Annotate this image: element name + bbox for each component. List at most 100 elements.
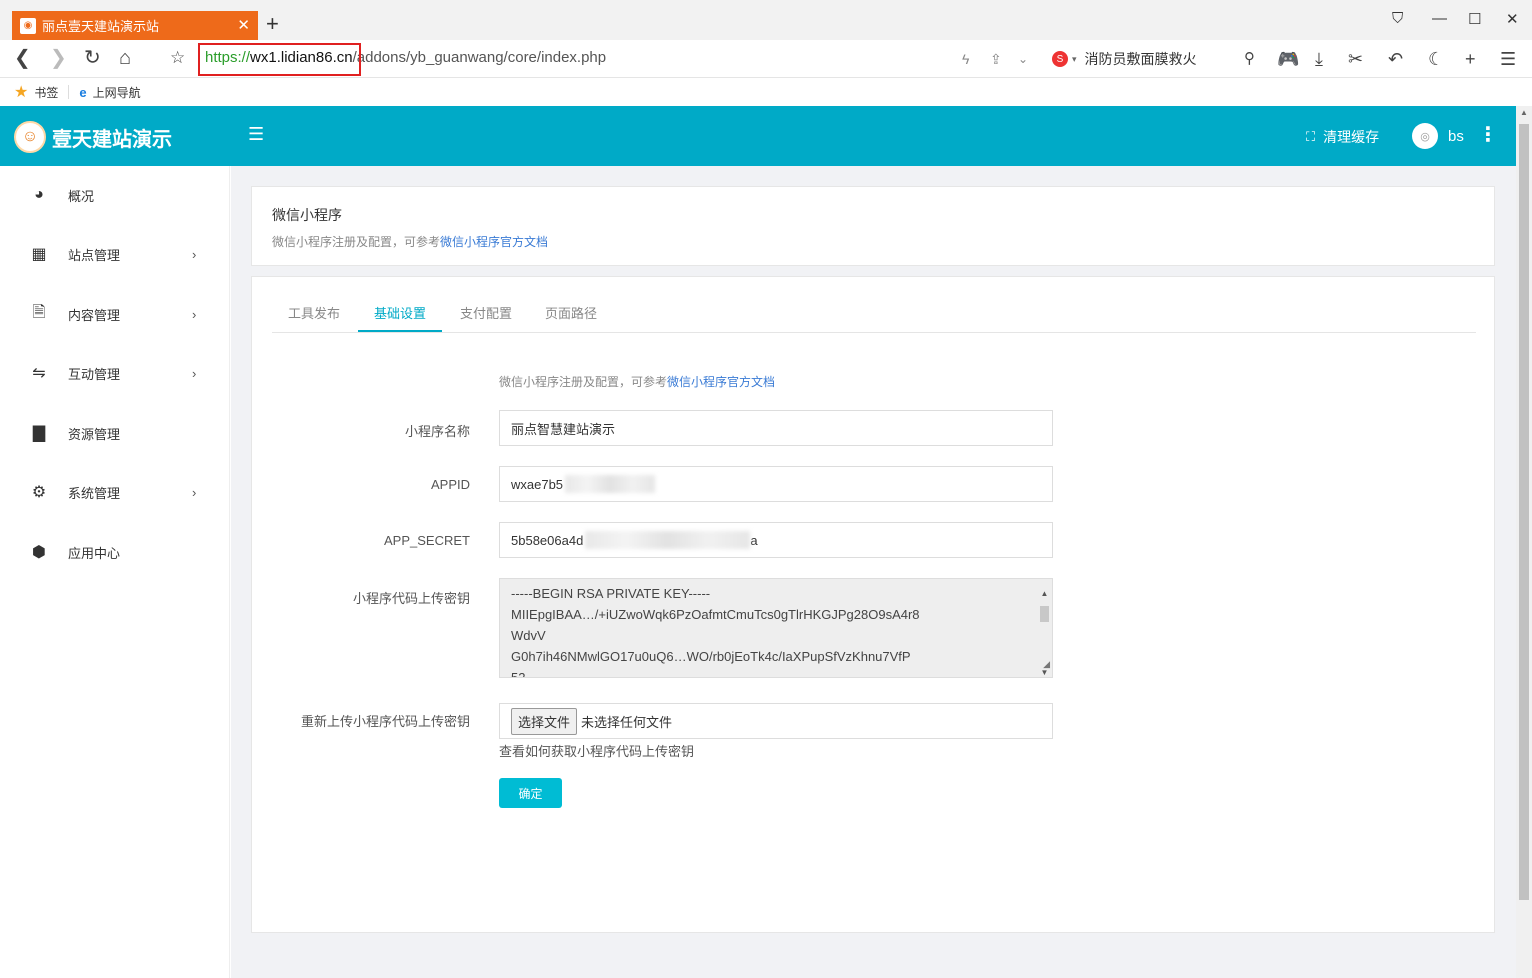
settings-card: 工具发布 基础设置 支付配置 页面路径 微信小程序注册及配置，可参考微信小程序官… [251,276,1495,933]
avatar: ◎ [1412,123,1438,149]
gear-icon: ⚙ [31,484,47,501]
redacted-blur [565,475,656,493]
sidebar-item-label: 资源管理 [68,426,121,442]
game-icon[interactable]: 🎮 [1277,48,1299,70]
app-secret-input[interactable]: 5b58e06a4d a [499,522,1053,558]
ie-icon: e [79,84,87,100]
username: bs [1448,127,1464,145]
active-tab-indicator [358,330,442,332]
minimize-icon[interactable]: — [1432,10,1447,27]
tab-tool-publish[interactable]: 工具发布 [288,303,340,322]
bookmark-divider [68,85,70,99]
search-engine-dropdown-icon[interactable]: ▾ [1072,54,1077,65]
window-close-icon[interactable]: ✕ [1506,10,1519,28]
file-upload-field: 选择文件 未选择任何文件 [499,703,1053,739]
chevron-down-icon[interactable]: ⌄ [1018,48,1028,70]
page-description: 微信小程序注册及配置，可参考微信小程序官方文档 [272,233,548,250]
textarea-scrollbar[interactable]: ▲ ▼ [1039,583,1050,677]
bookmark-folder[interactable]: ★ 书签 [14,82,58,102]
url-highlight-box [198,43,361,76]
tab-page-paths[interactable]: 页面路径 [545,303,597,322]
new-tab-icon[interactable]: + [266,12,279,36]
scroll-thumb[interactable] [1040,606,1049,622]
cube-icon: ⬢ [32,544,46,561]
forward-icon[interactable]: ❯ [50,47,67,69]
tab-basic-settings[interactable]: 基础设置 [374,303,426,322]
lightning-icon[interactable]: ϟ [962,48,969,70]
download-icon[interactable]: ⤓ [1315,48,1323,70]
browser-menu-icon[interactable]: ☰ [1500,48,1516,70]
app-secret-value-end: a [750,532,758,548]
bookmarks-bar: ★ 书签 e 上网导航 [0,78,1532,106]
resize-handle-icon[interactable]: ◢ [1043,654,1050,675]
clear-cache-label: 清理缓存 [1323,129,1380,145]
bookmark-label: 书签 [34,85,59,100]
redacted-blur [585,531,751,549]
sidebar-item-site[interactable]: ▦ 站点管理 › [0,234,230,274]
reupload-label: 重新上传小程序代码上传密钥 [300,714,470,729]
miniprogram-name-input[interactable]: 丽点智慧建站演示 [499,410,1053,446]
add-icon[interactable]: + [1465,48,1476,70]
appid-input[interactable]: wxae7b5 [499,466,1053,502]
browser-tab-title: 丽点壹天建站演示站 [42,19,160,34]
logo-text: 壹天建站演示 [52,128,172,151]
choose-file-button[interactable]: 选择文件 [511,707,578,735]
page-scroll-thumb[interactable] [1519,124,1529,900]
skin-icon[interactable]: ⛉ [1392,10,1403,27]
site-favicon-icon: ◉ [20,17,36,34]
upload-key-textarea[interactable]: -----BEGIN RSA PRIVATE KEY----- MIIEpgIB… [499,578,1053,678]
more-vertical-icon[interactable]: ⋮ [1478,122,1498,147]
sidebar-item-label: 应用中心 [68,545,121,561]
scissors-icon[interactable]: ✂ [1348,48,1363,70]
how-to-get-key-link[interactable]: 查看如何获取小程序代码上传密钥 [499,741,694,760]
maximize-icon[interactable]: ☐ [1468,10,1481,28]
grid-icon: ▦ [31,246,47,263]
sidebar-item-content[interactable]: 🗎 内容管理 › [0,294,230,334]
night-mode-icon[interactable]: ☾ [1428,48,1444,70]
sidebar-item-interaction[interactable]: ⇋ 互动管理 › [0,353,230,393]
tab-close-icon[interactable]: ✕ [237,16,250,34]
undo-icon[interactable]: ↶ [1388,48,1403,70]
sidebar-item-label: 互动管理 [68,366,121,382]
star-icon: ★ [14,84,29,101]
key-line: G0h7ih46NMwlGO17u0uQ6…WO/rb0jEoTk4c/IaXP… [511,649,911,664]
browser-tab[interactable]: ◉ 丽点壹天建站演示站 ✕ [12,11,258,40]
user-menu[interactable]: ◎ bs [1412,123,1464,149]
scroll-up-icon[interactable]: ▲ [1039,583,1050,604]
secret-label: APP_SECRET [384,533,470,548]
chevron-right-icon: › [192,246,197,262]
sidebar-item-system[interactable]: ⚙ 系统管理 › [0,472,230,512]
search-icon[interactable]: ⚲ [1244,48,1255,70]
share-icon[interactable]: ⇪ [990,48,1002,70]
appid-label: APPID [430,477,470,492]
reload-icon[interactable]: ↻ [84,47,101,69]
miniprogram-name-value: 丽点智慧建站演示 [511,421,616,437]
form-docs-link[interactable]: 微信小程序官方文档 [667,375,775,389]
tab-payment-config[interactable]: 支付配置 [460,303,512,322]
file-icon: ▇ [32,425,46,442]
name-label: 小程序名称 [404,424,470,439]
sidebar-item-apps[interactable]: ⬢ 应用中心 [0,532,230,572]
clear-cache-button[interactable]: ⛶ 清理缓存 [1306,127,1379,147]
scroll-up-icon[interactable]: ▲ [1520,108,1528,117]
chevron-right-icon: › [192,365,197,381]
bookmark-label: 上网导航 [92,85,141,100]
main-content: 微信小程序 微信小程序注册及配置，可参考微信小程序官方文档 工具发布 基础设置 … [231,166,1516,978]
back-icon[interactable]: ❮ [14,47,31,69]
page-scrollbar[interactable]: ▲ [1516,106,1532,978]
upload-key-label: 小程序代码上传密钥 [352,591,470,606]
form-description: 微信小程序注册及配置，可参考微信小程序官方文档 [499,373,775,390]
handshake-icon: ⇋ [32,365,46,382]
bookmark-star-icon[interactable]: ☆ [170,47,185,69]
search-box[interactable]: S ▾ 消防员敷面膜救火 [1052,47,1267,71]
sidebar-item-overview[interactable]: ◕ 概况 [0,175,230,215]
home-icon[interactable]: ⌂ [119,47,131,69]
hamburger-menu-icon[interactable]: ☰ [248,124,264,145]
page-description-text: 微信小程序注册及配置，可参考 [272,235,441,249]
bookmark-nav[interactable]: e 上网导航 [79,84,140,101]
sidebar-item-resources[interactable]: ▇ 资源管理 [0,413,230,453]
logo[interactable]: ☺ 壹天建站演示 [14,121,172,153]
search-input[interactable]: 消防员敷面膜救火 [1085,49,1197,69]
official-docs-link[interactable]: 微信小程序官方文档 [440,235,548,249]
submit-button[interactable]: 确定 [499,778,562,808]
